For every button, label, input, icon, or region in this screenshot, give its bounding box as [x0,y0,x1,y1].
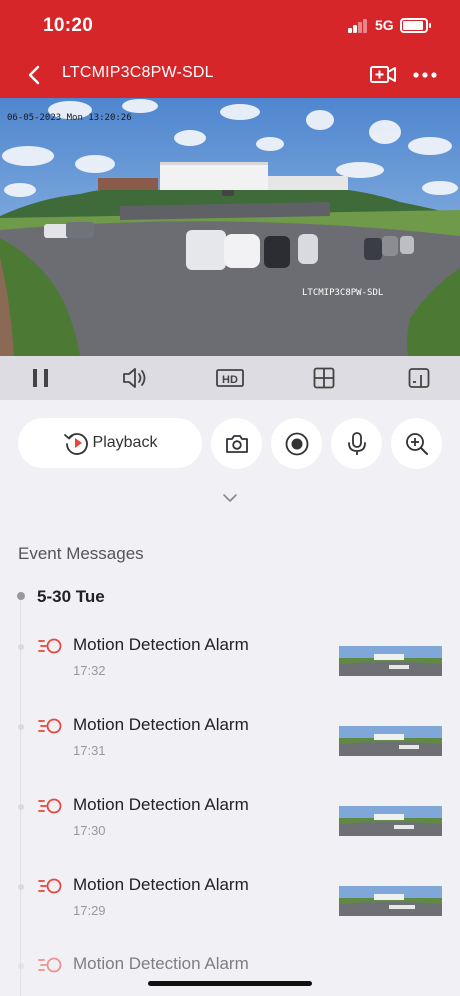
hd-icon: HD [216,369,244,387]
event-item[interactable]: Motion Detection Alarm 17:31 [0,713,460,783]
event-thumbnail[interactable] [339,886,442,916]
hd-button[interactable]: HD [212,362,248,394]
motion-alarm-icon [38,957,62,973]
event-title: Motion Detection Alarm [73,875,249,894]
home-indicator[interactable] [148,981,312,986]
pause-button[interactable] [23,362,59,394]
device-switch-icon [408,368,430,388]
network-type: 5G [375,17,394,33]
event-item[interactable]: Motion Detection Alarm 17:32 [0,633,460,703]
talk-button[interactable] [331,418,382,469]
microphone-icon [347,431,366,455]
back-button[interactable] [20,60,50,90]
zoom-in-icon [405,432,428,455]
event-title: Motion Detection Alarm [73,635,249,654]
playback-button[interactable]: Playback [18,418,202,468]
signal-icon [348,19,370,33]
hd-label: HD [222,374,238,386]
event-time: 17:30 [73,823,106,838]
event-time: 17:31 [73,743,106,758]
device-switch-button[interactable] [401,362,437,394]
chevron-left-icon [28,65,40,85]
battery-icon [400,18,431,33]
status-bar: 10:20 5G [0,0,460,52]
nav-bar: LTCMIP3C8PW-SDL [0,52,460,98]
video-camera-name: LTCMIP3C8PW-SDL [302,288,384,298]
motion-alarm-icon [38,718,62,734]
add-video-icon [370,66,396,83]
action-row: Playback [0,400,460,486]
chevron-down-icon [223,494,237,502]
playback-icon [63,433,88,455]
timeline-dot [18,724,24,730]
motion-alarm-icon [38,798,62,814]
layout-grid-button[interactable] [306,362,342,394]
grid-icon [313,367,335,389]
playback-label: Playback [92,434,158,451]
add-video-button[interactable] [368,61,398,89]
event-time: 17:29 [73,903,106,918]
event-thumbnail[interactable] [339,646,442,676]
record-icon [285,432,308,455]
date-dot [17,592,25,600]
event-date: 5-30 Tue [37,587,105,606]
motion-alarm-icon [38,878,62,894]
more-icon [413,72,437,78]
video-toolbar: HD [0,356,460,400]
timeline-dot [18,644,24,650]
event-title: Motion Detection Alarm [73,954,249,973]
timeline-dot [18,884,24,890]
live-video-view[interactable]: 06-05-2023 Mon 13:20:26 LTCMIP3C8PW-SDL [0,98,460,356]
volume-button[interactable] [117,362,153,394]
event-title: Motion Detection Alarm [73,715,249,734]
timeline-dot [18,963,24,969]
camera-feed-image [0,98,460,356]
zoom-button[interactable] [391,418,442,469]
page-title: LTCMIP3C8PW-SDL [62,64,214,81]
event-item[interactable]: Motion Detection Alarm [0,952,460,996]
event-messages-title: Event Messages [18,544,144,563]
event-item[interactable]: Motion Detection Alarm 17:30 [0,793,460,863]
video-timestamp: 06-05-2023 Mon 13:20:26 [7,113,132,123]
event-title: Motion Detection Alarm [73,795,249,814]
pause-icon [33,369,48,387]
event-item[interactable]: Motion Detection Alarm 17:29 [0,873,460,943]
timeline-dot [18,804,24,810]
motion-alarm-icon [38,638,62,654]
record-button[interactable] [271,418,322,469]
expand-button[interactable] [220,490,240,506]
event-thumbnail[interactable] [339,806,442,836]
camera-icon [225,434,248,453]
volume-icon [123,368,146,388]
more-options-button[interactable] [410,61,440,89]
event-thumbnail[interactable] [339,726,442,756]
event-time: 17:32 [73,663,106,678]
status-time: 10:20 [43,15,94,36]
screenshot-button[interactable] [211,418,262,469]
